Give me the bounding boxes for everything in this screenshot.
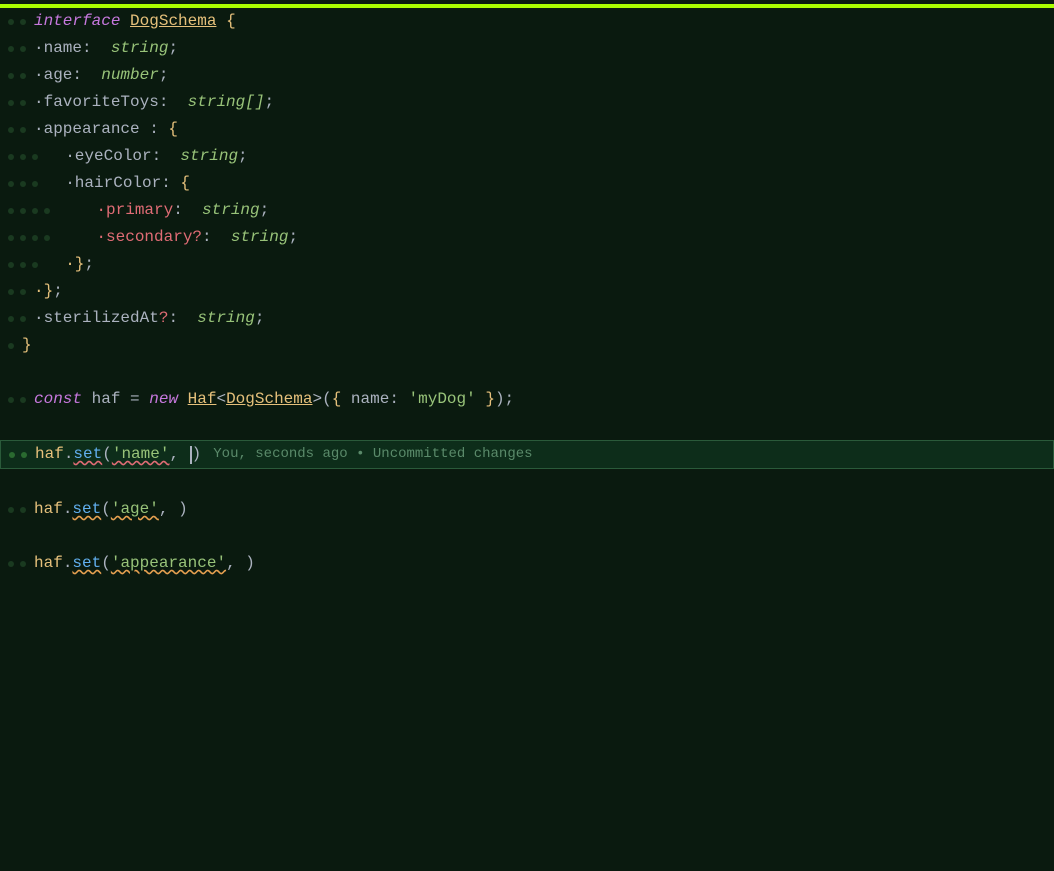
gutter-11 <box>8 289 26 295</box>
code-line-17: haf.set('name', ) You, seconds ago • Unc… <box>0 440 1054 469</box>
code-line-14 <box>0 359 1054 386</box>
code-line-4: ·favoriteToys: string[]; <box>0 89 1054 116</box>
gutter-13 <box>8 343 14 349</box>
gutter-10 <box>8 262 38 268</box>
gutter-1 <box>8 19 26 25</box>
class-dogschema: DogSchema <box>130 8 216 35</box>
code-line-11: ·}; <box>0 278 1054 305</box>
gutter-4 <box>8 100 26 106</box>
gutter-12 <box>8 316 26 322</box>
code-editor: interface DogSchema { ·name: string; ·ag… <box>0 0 1054 871</box>
gutter-17 <box>9 452 27 458</box>
code-line-3: ·age: number; <box>0 62 1054 89</box>
gutter-21 <box>8 561 26 567</box>
code-line-7: ·hairColor: { <box>0 170 1054 197</box>
gutter-5 <box>8 127 26 133</box>
git-hint: You, seconds ago • Uncommitted changes <box>213 441 532 468</box>
code-line-13: } <box>0 332 1054 359</box>
code-line-8: ·primary: string; <box>0 197 1054 224</box>
code-line-1: interface DogSchema { <box>0 8 1054 35</box>
code-line-21: haf.set('appearance', ) <box>0 550 1054 577</box>
code-line-6: ·eyeColor: string; <box>0 143 1054 170</box>
gutter-3 <box>8 73 26 79</box>
code-line-20 <box>0 523 1054 550</box>
code-line-19: haf.set('age', ) <box>0 496 1054 523</box>
gutter-8 <box>8 208 50 214</box>
code-line-16 <box>0 413 1054 440</box>
code-line-9: ·secondary?: string; <box>0 224 1054 251</box>
gutter-7 <box>8 181 38 187</box>
code-line-2: ·name: string; <box>0 35 1054 62</box>
code-line-12: ·sterilizedAt?: string; <box>0 305 1054 332</box>
kw-interface: interface <box>34 8 120 35</box>
code-line-15: const haf = new Haf<DogSchema>({ name: '… <box>0 386 1054 413</box>
code-line-5: ·appearance : { <box>0 116 1054 143</box>
gutter-9 <box>8 235 50 241</box>
code-line-10: ·}; <box>0 251 1054 278</box>
code-line-18 <box>0 469 1054 496</box>
gutter-19 <box>8 507 26 513</box>
gutter-2 <box>8 46 26 52</box>
gutter-15 <box>8 397 26 403</box>
gutter-6 <box>8 154 38 160</box>
